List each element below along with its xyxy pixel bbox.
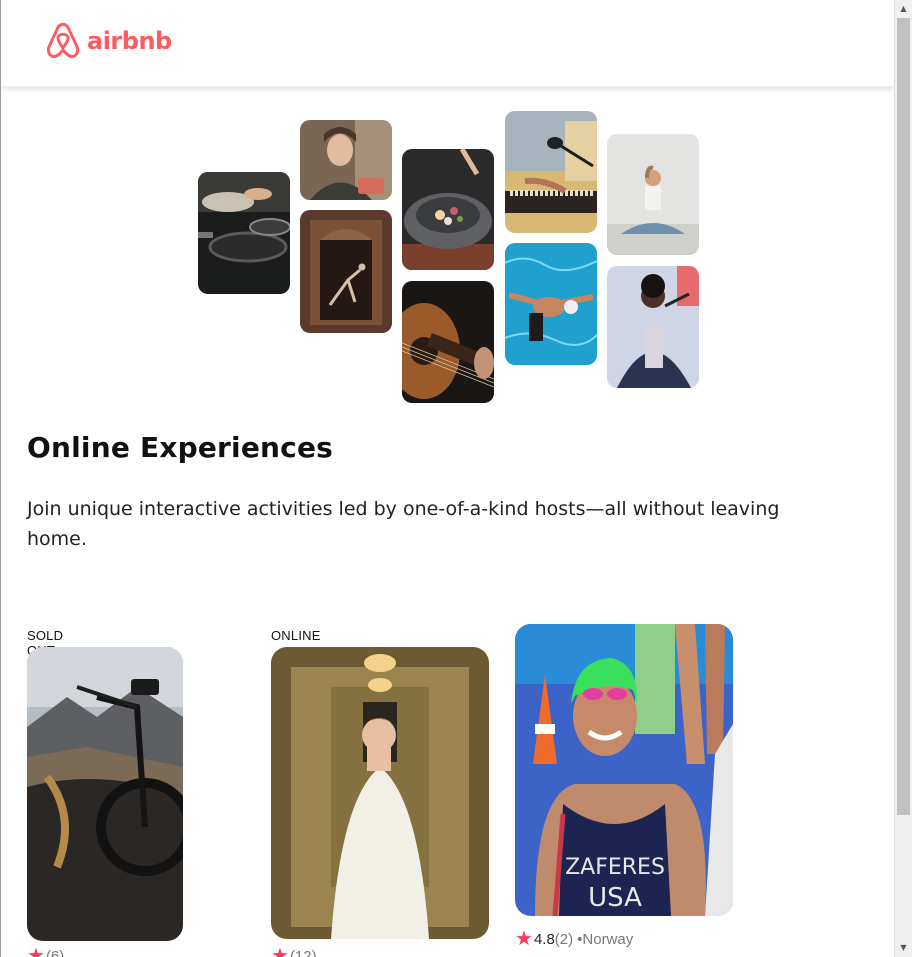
card-image-mountain-bike[interactable]	[27, 647, 183, 941]
review-count: (6)	[45, 947, 65, 957]
site-header: airbnb	[1, 0, 894, 87]
svg-text:USA: USA	[588, 883, 642, 913]
svg-text:ZAFERES: ZAFERES	[565, 855, 665, 880]
star-icon: ★	[515, 928, 533, 950]
star-icon: ★	[27, 945, 45, 957]
page-viewport: airbnb Online Experiences Join unique in…	[0, 0, 894, 957]
hero-photo-singer	[607, 266, 699, 388]
hero-photo-swimmer	[505, 243, 597, 365]
card-image-swimmer-athlete[interactable]: ZAFERES USA	[515, 624, 733, 916]
hero-photo-food	[402, 149, 494, 270]
airbnb-belo-icon	[46, 22, 80, 59]
scroll-up-arrow-icon[interactable]: ▲	[895, 0, 912, 17]
card-rating: 4.8	[533, 930, 555, 948]
card-image-bride[interactable]	[271, 647, 489, 939]
hero-photo-cooking	[198, 172, 290, 294]
scroll-down-arrow-icon[interactable]: ▼	[895, 939, 912, 956]
brand-name: airbnb	[87, 27, 172, 55]
star-icon: ★	[271, 945, 289, 957]
card-stats: ★ 4.8 (2) •Norway	[515, 929, 633, 949]
review-count: (2)	[554, 930, 574, 948]
scrollbar-thumb[interactable]	[897, 18, 910, 815]
vertical-scrollbar[interactable]: ▲ ▼	[894, 0, 912, 957]
card-stats: ★ (6)	[27, 946, 64, 957]
card-stats: ★ (12)	[271, 946, 317, 957]
review-count: (12)	[289, 947, 317, 957]
hero-photo-yoga	[607, 134, 699, 255]
section-title: Online Experiences	[27, 431, 334, 464]
section-description: Join unique interactive activities led b…	[27, 498, 780, 550]
hero-photo-woman	[300, 120, 392, 200]
status-badge: ONLINE	[271, 628, 321, 643]
card-location: •Norway	[577, 930, 634, 948]
hero-photo-music	[505, 111, 597, 233]
airbnb-logo[interactable]: airbnb	[45, 22, 172, 60]
hero-photo-guitar	[402, 281, 494, 403]
hero-photo-dancer	[300, 210, 392, 333]
